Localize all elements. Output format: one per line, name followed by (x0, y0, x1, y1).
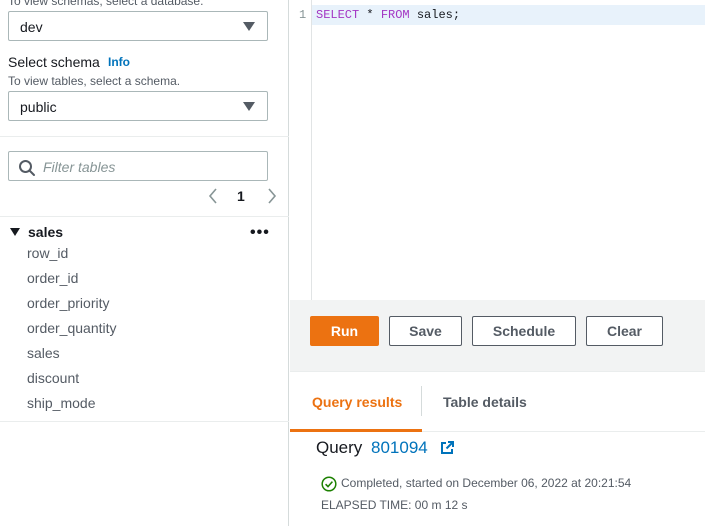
external-link-icon[interactable] (439, 440, 455, 456)
divider (0, 136, 289, 137)
left-panel: To view schemas, select a database. dev … (0, 0, 289, 526)
sql-text: * (359, 8, 381, 22)
filter-tables-input[interactable]: Filter tables (8, 151, 268, 181)
schedule-button[interactable]: Schedule (472, 316, 576, 346)
divider (0, 421, 289, 422)
query-title: Query (316, 438, 363, 457)
sql-editor[interactable]: 1 SELECT * FROM sales; (290, 0, 705, 300)
run-button[interactable]: Run (310, 316, 379, 346)
elapsed-time: ELAPSED TIME: 00 m 12 s (321, 498, 468, 512)
clear-button[interactable]: Clear (586, 316, 663, 346)
chevron-down-icon (243, 22, 255, 31)
tab-query-results[interactable]: Query results (312, 394, 402, 410)
tab-table-details[interactable]: Table details (443, 394, 527, 410)
search-icon (19, 160, 35, 176)
query-panel: 1 SELECT * FROM sales; Run Save Schedule… (290, 0, 705, 526)
tab-separator (421, 386, 422, 416)
column-item[interactable]: ship_mode (27, 395, 96, 411)
success-check-icon (321, 476, 337, 492)
schema-select-value: public (20, 99, 57, 115)
query-id-link[interactable]: 801094 (371, 438, 428, 458)
page-number[interactable]: 1 (237, 188, 245, 204)
sql-code[interactable]: SELECT * FROM sales; (316, 8, 460, 22)
column-item[interactable]: sales (27, 345, 60, 361)
schema-info-link[interactable]: Info (108, 55, 130, 69)
chevron-down-icon (243, 102, 255, 111)
column-item[interactable]: discount (27, 370, 79, 386)
save-button[interactable]: Save (389, 316, 462, 346)
database-hint: To view schemas, select a database. (8, 0, 204, 8)
column-item[interactable]: row_id (27, 245, 68, 261)
editor-gutter: 1 (290, 0, 312, 300)
column-item[interactable]: order_id (27, 270, 78, 286)
database-select[interactable]: dev (8, 11, 268, 41)
active-tab-indicator (290, 429, 422, 432)
column-item[interactable]: order_quantity (27, 320, 117, 336)
sql-keyword: SELECT (316, 8, 360, 22)
caret-down-icon[interactable] (10, 228, 20, 236)
schema-select[interactable]: public (8, 91, 268, 121)
sql-text: sales; (409, 8, 461, 22)
database-select-value: dev (20, 19, 43, 35)
results-area: Query results Table details Query 801094… (290, 371, 705, 526)
sql-keyword: FROM (380, 8, 410, 22)
schema-label: Select schema (8, 54, 100, 70)
chevron-right-icon[interactable] (265, 186, 279, 206)
query-status: Completed, started on December 06, 2022 … (341, 476, 632, 490)
column-item[interactable]: order_priority (27, 295, 109, 311)
more-options-icon[interactable]: ••• (250, 224, 270, 242)
chevron-left-icon[interactable] (206, 186, 220, 206)
divider (0, 216, 289, 217)
schema-hint: To view tables, select a schema. (8, 74, 181, 88)
tree-table-sales[interactable]: sales (28, 224, 63, 240)
filter-tables-placeholder: Filter tables (43, 159, 116, 175)
line-number: 1 (299, 8, 307, 22)
